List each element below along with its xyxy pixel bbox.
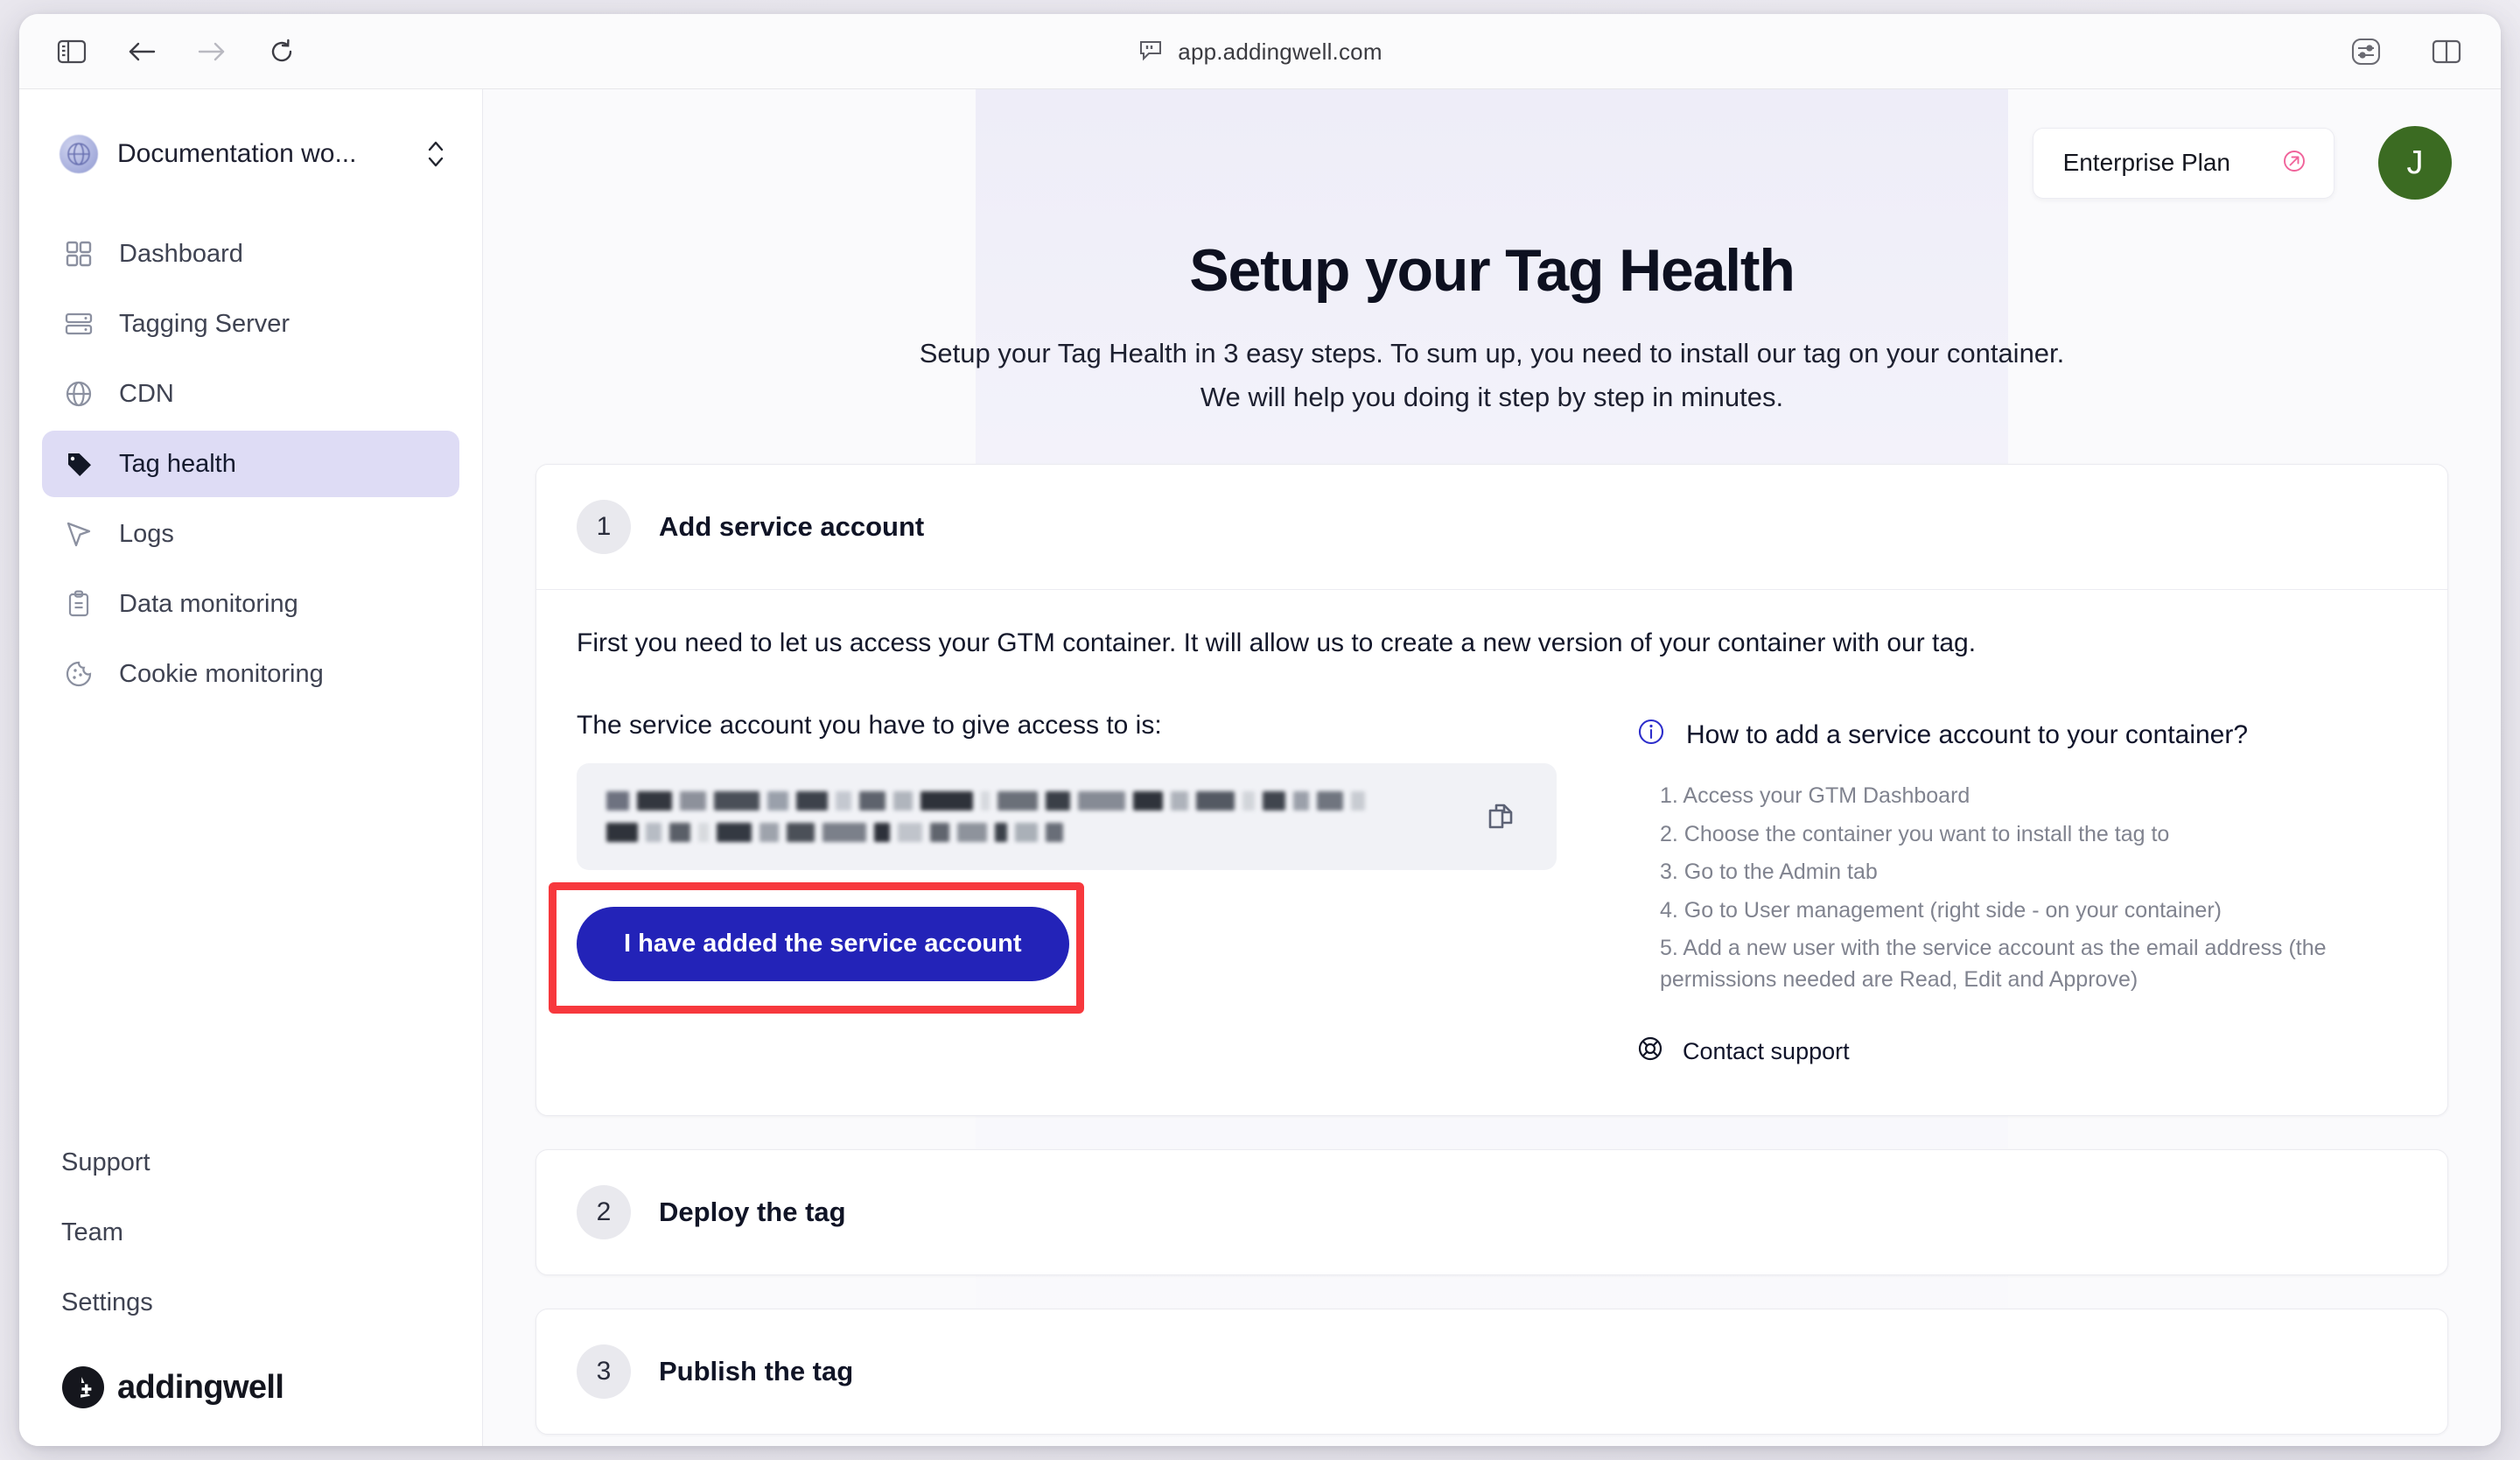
sidebar-nav: Dashboard Tagging Server CDN Tag health …	[19, 221, 482, 707]
clipboard-icon	[61, 586, 96, 621]
sidebar-item-tag-health[interactable]: Tag health	[42, 431, 459, 497]
service-account-value-redacted	[606, 791, 1474, 843]
browser-toolbar: app.addingwell.com	[19, 14, 2501, 89]
step-title: Deploy the tag	[659, 1197, 846, 1228]
step-number-badge: 1	[577, 500, 631, 555]
url-bar: app.addingwell.com	[19, 14, 2501, 89]
page-subtitle-line2: We will help you doing it step by step i…	[1200, 382, 1784, 413]
help-title-row: How to add a service account to your con…	[1635, 716, 2407, 755]
sidebar-item-cookie-monitoring[interactable]: Cookie monitoring	[42, 641, 459, 707]
sidebar-item-team[interactable]: Team	[42, 1199, 459, 1266]
cookie-icon	[61, 656, 96, 691]
help-title: How to add a service account to your con…	[1686, 720, 2249, 750]
browser-right-controls	[2347, 14, 2466, 89]
contact-support-link[interactable]: Contact support	[1635, 1034, 2407, 1070]
brand-logo: addingwell	[19, 1336, 482, 1446]
step-intro-text: First you need to let us access your GTM…	[577, 628, 1977, 658]
step-body-1: First you need to let us access your GTM…	[536, 590, 2447, 1115]
step-header-2[interactable]: 2 Deploy the tag	[536, 1150, 2447, 1274]
service-account-label: The service account you have to give acc…	[577, 711, 1162, 741]
page-title: Setup your Tag Health	[1189, 237, 1796, 304]
step-title: Publish the tag	[659, 1356, 854, 1387]
globe-icon	[60, 135, 98, 173]
grid-icon	[61, 236, 96, 271]
sidebar-item-label: Dashboard	[119, 239, 243, 268]
help-step: 1. Access your GTM Dashboard	[1660, 783, 1970, 809]
tag-icon	[61, 446, 96, 481]
sidebar-item-label: Tagging Server	[119, 309, 290, 338]
setup-content: Setup your Tag Health Setup your Tag Hea…	[483, 200, 2501, 1435]
plan-label: Enterprise Plan	[2062, 149, 2230, 176]
reload-icon[interactable]	[262, 32, 301, 71]
browser-window: app.addingwell.com Documentation wo... D…	[19, 14, 2501, 1446]
sidebar-item-label: Data monitoring	[119, 589, 298, 618]
desktop-background: app.addingwell.com Documentation wo... D…	[0, 0, 2520, 1460]
help-column: How to add a service account to your con…	[1635, 711, 2407, 1070]
sidebar-item-label: Cookie monitoring	[119, 659, 324, 688]
help-step: 3. Go to the Admin tab	[1660, 860, 1878, 885]
help-steps-list: 1. Access your GTM Dashboard 2. Choose t…	[1635, 781, 2407, 995]
sidebar-toggle-icon[interactable]	[52, 32, 91, 71]
server-icon	[61, 306, 96, 341]
step-card-2: 2 Deploy the tag	[536, 1149, 2448, 1276]
sidebar-item-support[interactable]: Support	[42, 1129, 459, 1196]
steps-list: 1 Add service account First you need to …	[536, 464, 2448, 1435]
sidebar-item-label: Team	[61, 1218, 123, 1246]
app-page: Documentation wo... Dashboard Tagging Se…	[19, 89, 2501, 1446]
url-text: app.addingwell.com	[1178, 38, 1382, 65]
sidebar-item-dashboard[interactable]: Dashboard	[42, 221, 459, 287]
chevron-updown-icon[interactable]	[424, 137, 447, 171]
step-number-badge: 2	[577, 1185, 631, 1240]
sidebar-item-cdn[interactable]: CDN	[42, 361, 459, 427]
sidebar-item-logs[interactable]: Logs	[42, 501, 459, 567]
page-subtitle-line1: Setup your Tag Health in 3 easy steps. T…	[919, 338, 2065, 369]
copy-icon[interactable]	[1474, 790, 1527, 843]
help-step: 4. Go to User management (right side - o…	[1660, 897, 2222, 923]
back-arrow-icon[interactable]	[122, 32, 161, 71]
browser-nav-controls	[19, 32, 301, 71]
plan-card[interactable]: Enterprise Plan	[2032, 127, 2334, 199]
globe-icon	[61, 376, 96, 411]
sidebar-item-label: Settings	[61, 1288, 153, 1316]
cursor-icon	[61, 516, 96, 551]
info-circle-icon	[1635, 716, 1667, 755]
main-content: Enterprise Plan J Setup your Tag Health	[483, 89, 2501, 1446]
step-header-3[interactable]: 3 Publish the tag	[536, 1309, 2447, 1434]
step-header-1[interactable]: 1 Add service account	[536, 465, 2447, 589]
sidebar: Documentation wo... Dashboard Tagging Se…	[19, 89, 483, 1446]
arrow-up-right-circle-icon[interactable]	[2281, 148, 2307, 179]
workspace-name: Documentation wo...	[117, 139, 357, 168]
sidebar-item-label: CDN	[119, 379, 174, 408]
addingwell-logo-icon	[61, 1365, 105, 1409]
step-number-badge: 3	[577, 1344, 631, 1400]
sliders-icon[interactable]	[2347, 32, 2385, 71]
service-account-value-box	[577, 763, 1557, 871]
sidebar-item-tagging-server[interactable]: Tagging Server	[42, 291, 459, 357]
sidebar-item-label: Support	[61, 1148, 150, 1176]
life-ring-icon	[1635, 1034, 1665, 1070]
i-have-added-the-service-account-button[interactable]: I have added the service account	[577, 907, 1069, 982]
sidebar-item-data-monitoring[interactable]: Data monitoring	[42, 571, 459, 637]
service-account-column: The service account you have to give acc…	[549, 711, 1557, 1070]
top-bar: Enterprise Plan J	[483, 89, 2501, 200]
step-title: Add service account	[659, 511, 925, 543]
workspace-selector[interactable]: Documentation wo...	[60, 135, 447, 173]
help-step: 5. Add a new user with the service accou…	[1660, 936, 2327, 992]
sidebar-item-label: Tag health	[119, 449, 236, 478]
split-view-icon[interactable]	[2427, 32, 2466, 71]
cta-container: I have added the service account	[549, 882, 1112, 1014]
sidebar-item-settings[interactable]: Settings	[42, 1269, 459, 1336]
step-card-3: 3 Publish the tag	[536, 1309, 2448, 1435]
help-step: 2. Choose the container you want to inst…	[1660, 821, 2170, 846]
speech-bubble-icon	[1138, 37, 1164, 67]
sidebar-bottom-nav: Support Team Settings	[19, 1129, 482, 1336]
avatar[interactable]: J	[2378, 126, 2452, 200]
brand-name: addingwell	[117, 1368, 284, 1406]
sidebar-item-label: Logs	[119, 519, 174, 548]
contact-support-label: Contact support	[1683, 1038, 1850, 1065]
forward-arrow-icon[interactable]	[192, 32, 231, 71]
step-card-1: 1 Add service account First you need to …	[536, 464, 2448, 1117]
